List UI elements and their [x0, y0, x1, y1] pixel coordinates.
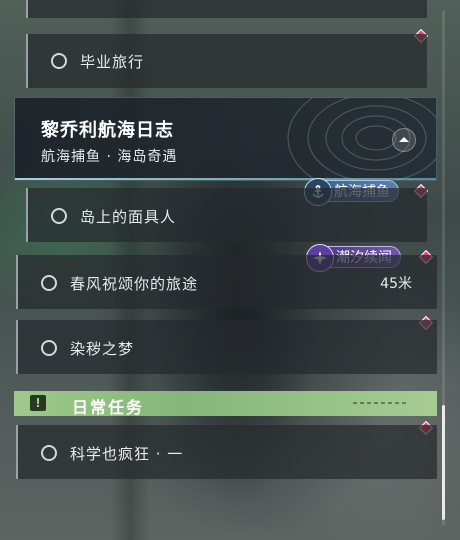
daily-quests-title: 日常任务: [72, 398, 145, 417]
scrollbar-thumb[interactable]: [442, 405, 445, 520]
quest-status-circle-icon: [41, 275, 57, 291]
daily-quests-header[interactable]: ! 日常任务: [14, 391, 437, 417]
quest-item-dyed-dream[interactable]: 染秽之梦: [16, 320, 437, 374]
quest-label: 春风祝颂你的旅途: [70, 275, 199, 293]
quest-item-partial[interactable]: [26, 0, 427, 18]
quest-status-circle-icon: [41, 340, 57, 356]
chevron-up-icon: [399, 137, 409, 142]
quest-label: 染秽之梦: [70, 340, 135, 358]
collapse-button[interactable]: [392, 128, 416, 152]
quest-item-science-madness[interactable]: 科学也疯狂 · 一: [16, 425, 437, 479]
quest-label: 毕业旅行: [80, 53, 145, 71]
quest-status-circle-icon: [51, 53, 67, 69]
quest-label: 科学也疯狂 · 一: [70, 445, 184, 463]
quest-status-circle-icon: [41, 445, 57, 461]
featured-quest-subtitle: 航海捕鱼 · 海岛奇遇: [41, 149, 178, 165]
quest-item-spring-wind[interactable]: 春风祝颂你的旅途: [16, 255, 437, 309]
distance-readout: 45米: [380, 276, 412, 292]
quest-status-circle-icon: [51, 208, 67, 224]
header-decoration: [353, 402, 407, 404]
featured-quest-title: 黎乔利航海日志: [41, 120, 174, 141]
quest-item-graduation-trip[interactable]: 毕业旅行: [26, 34, 427, 88]
quest-label: 岛上的面具人: [80, 208, 177, 226]
featured-quest-card[interactable]: 黎乔利航海日志 航海捕鱼 · 海岛奇遇: [14, 97, 437, 181]
quest-item-island-mask[interactable]: 岛上的面具人: [26, 188, 427, 242]
exclamation-icon: !: [30, 395, 46, 411]
